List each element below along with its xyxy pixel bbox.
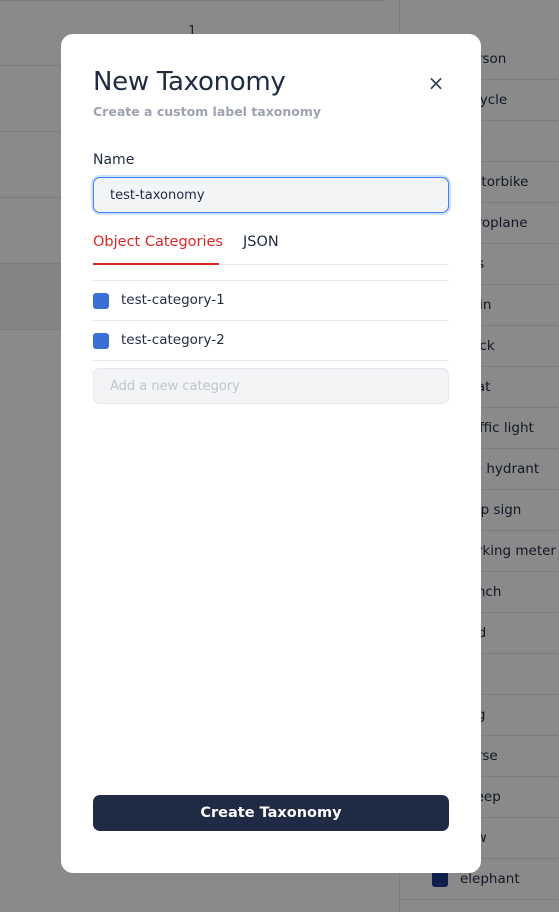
tab-json[interactable]: JSON (243, 232, 279, 265)
category-list: test-category-1 test-category-2 (93, 280, 449, 361)
color-swatch[interactable] (93, 293, 109, 309)
list-item[interactable]: test-category-2 (93, 321, 449, 361)
name-label: Name (93, 152, 135, 168)
tab-object-categories[interactable]: Object Categories (93, 232, 223, 265)
tab-bar: Object Categories JSON (93, 232, 449, 265)
create-taxonomy-button[interactable]: Create Taxonomy (93, 795, 449, 831)
close-icon: × (427, 71, 445, 95)
add-category-input[interactable] (93, 368, 449, 404)
close-button[interactable]: × (425, 72, 447, 94)
new-taxonomy-dialog: New Taxonomy Create a custom label taxon… (61, 34, 481, 873)
name-input[interactable] (93, 177, 449, 213)
color-swatch[interactable] (93, 333, 109, 349)
list-item[interactable]: test-category-1 (93, 281, 449, 321)
category-label: test-category-2 (121, 332, 225, 348)
dialog-subtitle: Create a custom label taxonomy (93, 104, 322, 119)
category-label: test-category-1 (121, 292, 225, 308)
dialog-title: New Taxonomy (93, 67, 286, 97)
